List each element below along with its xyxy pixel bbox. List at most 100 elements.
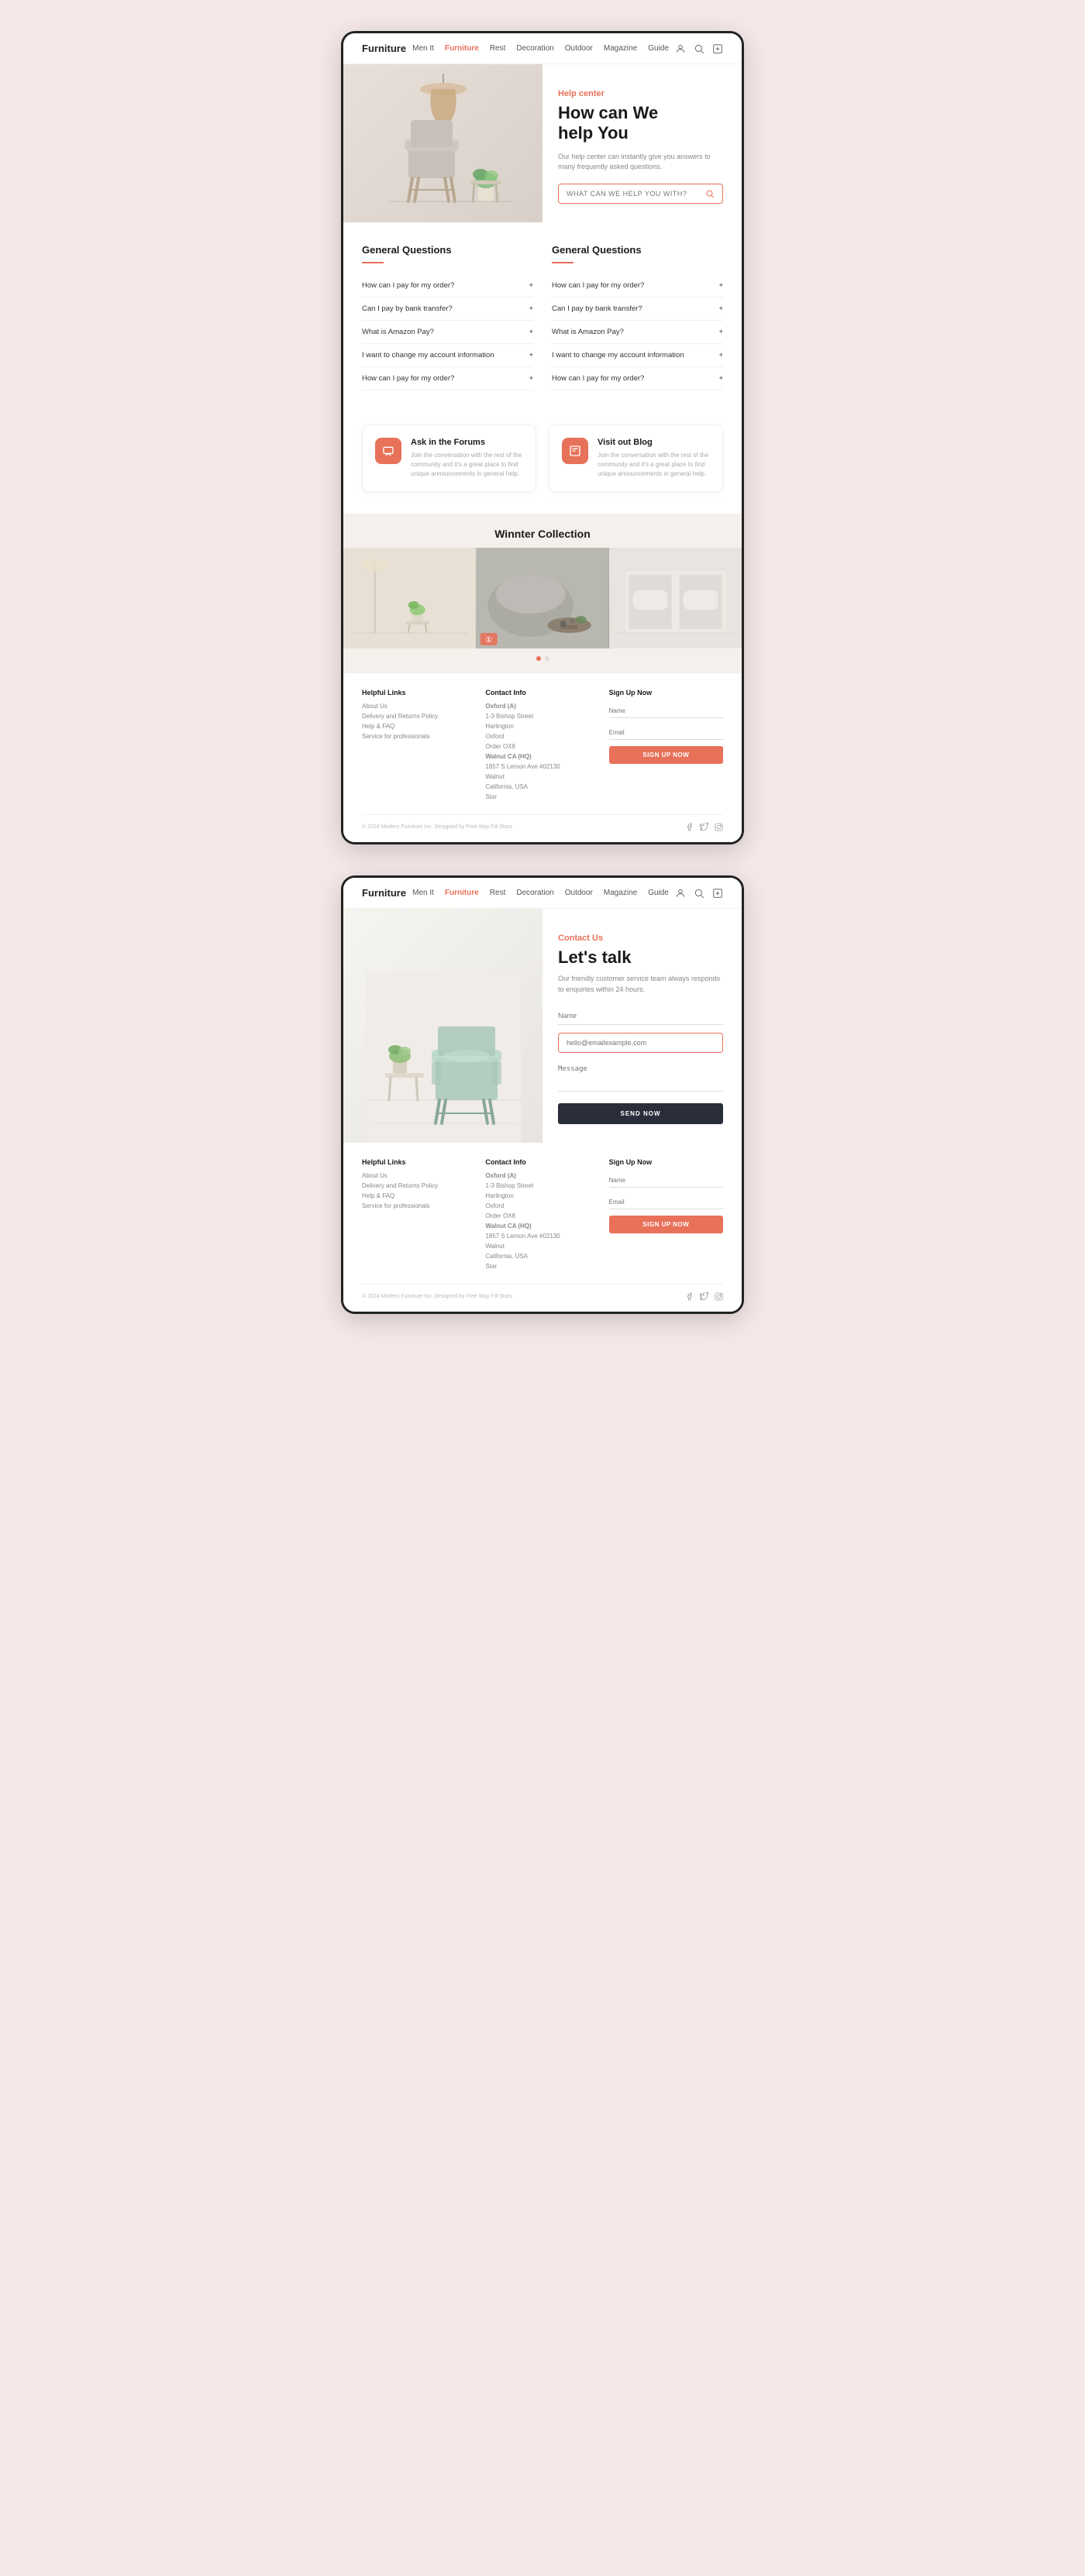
- faq-expand-icon-3[interactable]: +: [529, 328, 533, 336]
- faq-right-expand-icon-1[interactable]: +: [718, 282, 723, 290]
- footer-name-input[interactable]: [609, 704, 723, 718]
- faq-expand-icon-5[interactable]: +: [529, 375, 533, 383]
- user-icon-p2[interactable]: [675, 888, 686, 899]
- cart-icon[interactable]: [712, 43, 723, 54]
- nav-p2-furniture[interactable]: Furniture: [445, 889, 479, 897]
- navbar-page2: Furniture Men It Furniture Rest Decorati…: [343, 878, 742, 909]
- contact-hero-image: [343, 909, 542, 1143]
- footer-p2-signup-button[interactable]: SIGN UP NOW: [609, 1216, 723, 1233]
- card-forums-content: Ask in the Forums Join the conversation …: [411, 438, 523, 479]
- footer-p2-link-about[interactable]: About Us: [362, 1172, 476, 1179]
- faq-right-expand-icon-2[interactable]: +: [718, 305, 723, 313]
- user-icon[interactable]: [675, 43, 686, 54]
- footer-signup-button[interactable]: SIGN UP NOW: [609, 746, 723, 764]
- instagram-icon[interactable]: [715, 823, 723, 831]
- footer-link-delivery[interactable]: Delivery and Returns Policy: [362, 713, 476, 720]
- nav-p2-magazine[interactable]: Magazine: [604, 889, 637, 897]
- search-box[interactable]: [558, 184, 723, 204]
- footer-p2-oxford-label: Oxford (A): [485, 1172, 599, 1179]
- footer-link-about[interactable]: About Us: [362, 703, 476, 710]
- card-blog[interactable]: Visit out Blog Join the conversation wit…: [549, 425, 723, 492]
- twitter-icon-p2[interactable]: [700, 1292, 708, 1301]
- footer-helpful-links: Helpful Links About Us Delivery and Retu…: [362, 689, 476, 803]
- collection-image-3: [609, 548, 742, 648]
- carousel-dot-1[interactable]: [536, 656, 541, 661]
- nav-item-guide[interactable]: Guide: [648, 44, 669, 53]
- faq-right-item-2[interactable]: Can I pay by bank transfer? +: [552, 297, 723, 321]
- faq-expand-icon-2[interactable]: +: [529, 305, 533, 313]
- nav-p2-outdoor[interactable]: Outdoor: [565, 889, 593, 897]
- footer-link-service[interactable]: Service for professionals: [362, 733, 476, 740]
- nav-item-decoration[interactable]: Decoration: [516, 44, 553, 53]
- search-input[interactable]: [567, 190, 705, 198]
- page1-device: Furniture Men It Furniture Rest Decorati…: [341, 31, 744, 844]
- footer-p2-name-input[interactable]: [609, 1174, 723, 1188]
- faq-expand-icon-4[interactable]: +: [529, 352, 533, 359]
- footer-oxford-harlington: Harlington: [485, 723, 599, 730]
- cart-icon-p2[interactable]: [712, 888, 723, 899]
- faq-right-expand-icon-5[interactable]: +: [718, 375, 723, 383]
- hero-image: [343, 64, 542, 222]
- footer-p2-email-input[interactable]: [609, 1195, 723, 1209]
- faq-right-title: General Questions: [552, 244, 723, 256]
- search-icon-p2[interactable]: [694, 888, 704, 899]
- footer-contact-title: Contact Info: [485, 689, 599, 696]
- faq-right-expand-icon-4[interactable]: +: [718, 352, 723, 359]
- nav-item-menit[interactable]: Men It: [412, 44, 434, 53]
- footer-p2-helpful-title: Helpful Links: [362, 1158, 476, 1166]
- faq-right-item-3[interactable]: What is Amazon Pay? +: [552, 321, 723, 344]
- help-center-label: Help center: [558, 89, 723, 98]
- footer-p2-link-delivery[interactable]: Delivery and Returns Policy: [362, 1182, 476, 1189]
- footer-signup-title: Sign Up Now: [609, 689, 723, 696]
- footer-walnut-label: Walnut CA (HQ): [485, 753, 599, 760]
- footer-p2-link-service[interactable]: Service for professionals: [362, 1202, 476, 1209]
- footer-email-input[interactable]: [609, 726, 723, 740]
- nav-p2-decoration[interactable]: Decoration: [516, 889, 553, 897]
- nav-p2-rest[interactable]: Rest: [490, 889, 506, 897]
- hero-section: Help center How can We help You Our help…: [343, 64, 742, 222]
- faq-right-expand-icon-3[interactable]: +: [718, 328, 723, 336]
- contact-email-input[interactable]: [558, 1033, 723, 1053]
- facebook-icon-p2[interactable]: [685, 1292, 694, 1301]
- contact-name-input[interactable]: [558, 1007, 723, 1025]
- faq-left-item-2[interactable]: Can I pay by bank transfer? +: [362, 297, 533, 321]
- footer-page2: Helpful Links About Us Delivery and Retu…: [343, 1143, 742, 1312]
- footer-p2-walnut-city: Walnut: [485, 1243, 599, 1250]
- nav-p2-menit[interactable]: Men It: [412, 889, 434, 897]
- nav-item-outdoor[interactable]: Outdoor: [565, 44, 593, 53]
- card-forums[interactable]: Ask in the Forums Join the conversation …: [362, 425, 536, 492]
- footer-walnut-street: 1857 S Lemon Ave #02130: [485, 763, 599, 770]
- faq-expand-icon-1[interactable]: +: [529, 282, 533, 290]
- faq-right-item-5[interactable]: How can I pay for my order? +: [552, 367, 723, 390]
- nav-item-rest[interactable]: Rest: [490, 44, 506, 53]
- page2-device: Furniture Men It Furniture Rest Decorati…: [341, 875, 744, 1314]
- contact-hero: Contact Us Let's talk Our friendly custo…: [343, 909, 742, 1143]
- search-icon[interactable]: [694, 43, 704, 54]
- carousel-dot-2[interactable]: [545, 656, 549, 661]
- faq-left-item-4[interactable]: I want to change my account information …: [362, 344, 533, 367]
- footer-contact-info: Contact Info Oxford (A) 1-3 Bishop Stree…: [485, 689, 599, 803]
- nav-item-furniture[interactable]: Furniture: [445, 44, 479, 53]
- instagram-icon-p2[interactable]: [715, 1292, 723, 1301]
- faq-left-item-5[interactable]: How can I pay for my order? +: [362, 367, 533, 390]
- footer-p2-contact-title: Contact Info: [485, 1158, 599, 1166]
- facebook-icon[interactable]: [685, 823, 694, 831]
- footer-columns: Helpful Links About Us Delivery and Retu…: [362, 689, 723, 803]
- contact-send-button[interactable]: SEND NOW: [558, 1103, 723, 1124]
- footer-p2-copyright: © 2024 Modern Furniture Inc. Designed by…: [362, 1294, 512, 1299]
- brand-logo: Furniture: [362, 43, 406, 54]
- nav-p2-guide[interactable]: Guide: [648, 889, 669, 897]
- footer-link-faq[interactable]: Help & FAQ: [362, 723, 476, 730]
- faq-right-item-1[interactable]: How can I pay for my order? +: [552, 274, 723, 297]
- faq-right-item-4[interactable]: I want to change my account information …: [552, 344, 723, 367]
- card-columns: Ask in the Forums Join the conversation …: [362, 425, 723, 492]
- footer-p2-oxford-street: 1-3 Bishop Street: [485, 1182, 599, 1189]
- contact-message-input[interactable]: [558, 1061, 723, 1092]
- contact-form: SEND NOW: [558, 1007, 723, 1124]
- footer-p2-link-faq[interactable]: Help & FAQ: [362, 1192, 476, 1199]
- twitter-icon[interactable]: [700, 823, 708, 831]
- faq-left-item-3[interactable]: What is Amazon Pay? +: [362, 321, 533, 344]
- search-submit-icon[interactable]: [705, 189, 715, 198]
- nav-item-magazine[interactable]: Magazine: [604, 44, 637, 53]
- faq-left-item-1[interactable]: How can I pay for my order? +: [362, 274, 533, 297]
